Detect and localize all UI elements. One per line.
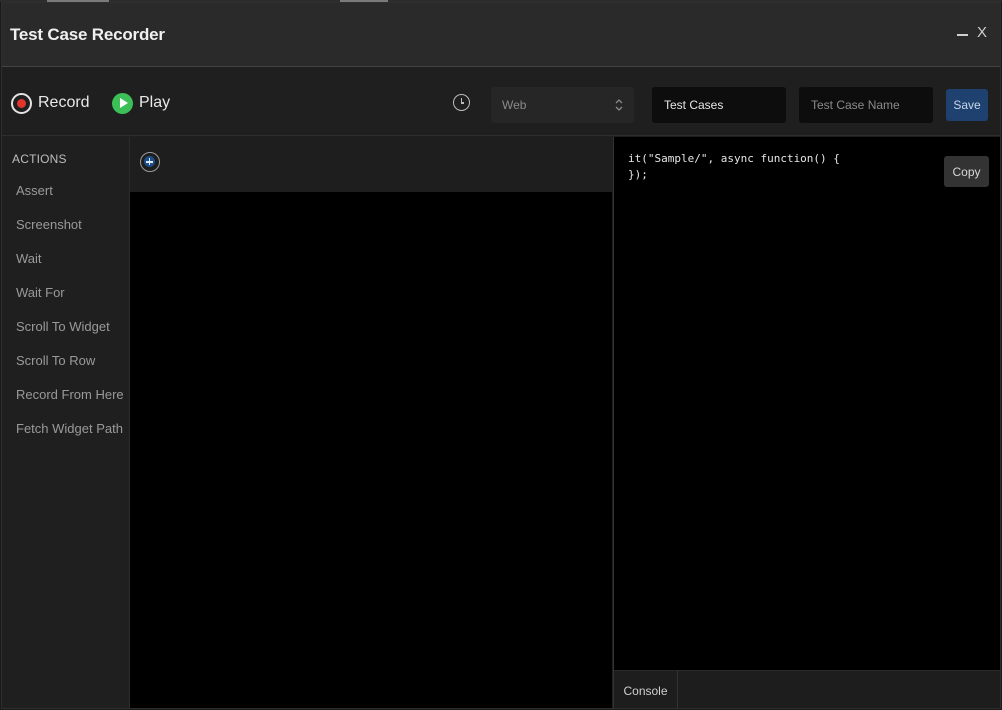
steps-panel	[129, 137, 613, 708]
record-icon	[11, 92, 32, 114]
title-bar: Test Case Recorder X	[2, 3, 1000, 67]
play-button[interactable]: Play	[112, 90, 170, 116]
console-tab[interactable]: Console	[614, 671, 678, 708]
action-record-from-here[interactable]: Record From Here	[16, 381, 126, 409]
code-panel: it("Sample/", async function() { }); Cop…	[613, 137, 1000, 708]
platform-select[interactable]: Web	[491, 87, 634, 123]
clock-icon[interactable]	[453, 94, 470, 111]
action-scroll-to-widget[interactable]: Scroll To Widget	[16, 313, 126, 341]
minimize-icon[interactable]	[957, 34, 968, 36]
action-assert[interactable]: Assert	[16, 177, 126, 205]
save-button[interactable]: Save	[946, 89, 988, 121]
platform-select-value: Web	[502, 98, 527, 112]
chevron-up-down-icon	[615, 99, 623, 111]
action-wait-for[interactable]: Wait For	[16, 279, 126, 307]
toolbar: Record Play Web Save	[2, 68, 1000, 136]
play-icon	[112, 92, 133, 114]
actions-heading: ACTIONS	[12, 152, 67, 166]
record-button[interactable]: Record	[11, 90, 90, 116]
actions-sidebar: ACTIONS Assert Screenshot Wait Wait For …	[2, 137, 129, 708]
copy-button[interactable]: Copy	[944, 156, 989, 187]
action-wait[interactable]: Wait	[16, 245, 126, 273]
record-label: Record	[38, 94, 90, 111]
recorder-window: Test Case Recorder X Record Play Web Sav…	[1, 2, 1001, 709]
code-preview: it("Sample/", async function() { });	[628, 152, 840, 181]
window-title: Test Case Recorder	[10, 25, 165, 44]
test-cases-input[interactable]	[652, 87, 786, 123]
test-case-name-input[interactable]	[799, 87, 933, 123]
plus-circle-icon[interactable]	[140, 152, 160, 172]
play-label: Play	[139, 94, 171, 111]
action-fetch-widget-path[interactable]: Fetch Widget Path	[16, 415, 126, 443]
action-scroll-to-row[interactable]: Scroll To Row	[16, 347, 126, 375]
steps-header	[130, 137, 613, 192]
action-screenshot[interactable]: Screenshot	[16, 211, 126, 239]
console-bar: Console	[614, 670, 1000, 708]
close-icon[interactable]: X	[977, 24, 987, 41]
actions-list: Assert Screenshot Wait Wait For Scroll T…	[16, 177, 126, 449]
